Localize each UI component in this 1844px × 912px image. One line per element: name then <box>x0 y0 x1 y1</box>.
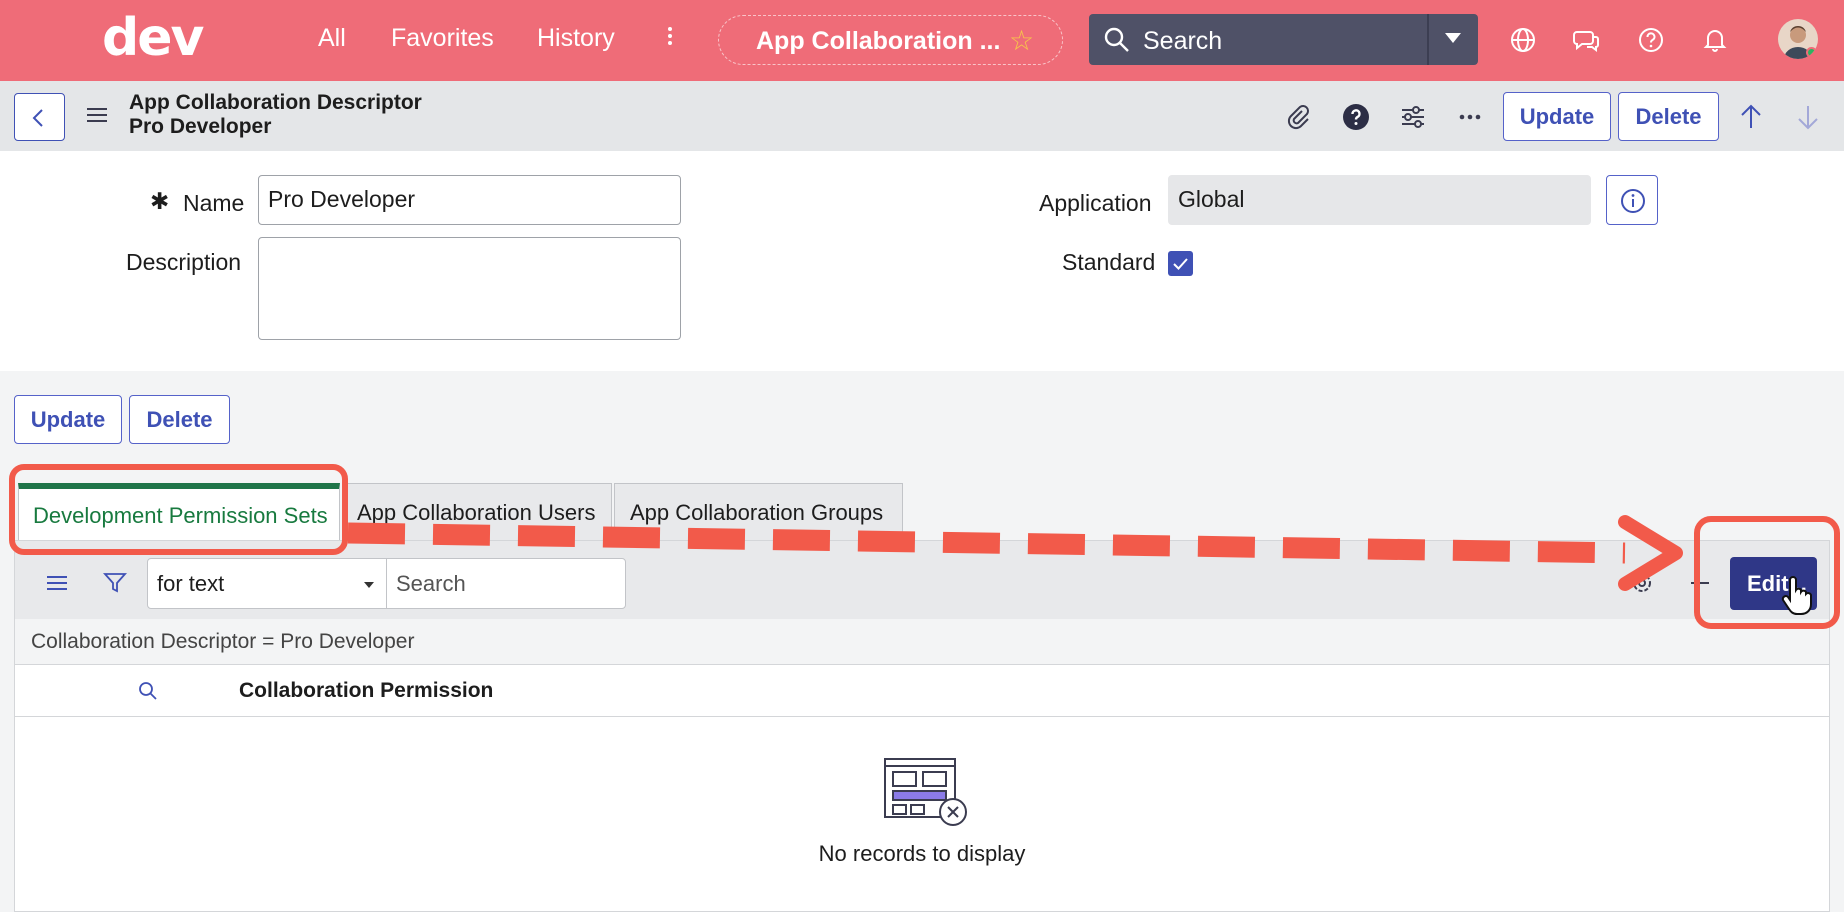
nav-link-all[interactable]: All <box>318 24 346 53</box>
checkmark-icon <box>1173 258 1188 270</box>
help-icon[interactable] <box>1637 26 1665 54</box>
list-column-header: Collaboration Permission <box>15 665 1829 717</box>
list-search-input[interactable]: Search <box>386 558 626 609</box>
search-field-value: for text <box>157 571 225 596</box>
mandatory-asterisk-icon: ✱ <box>150 188 170 214</box>
nav-link-history[interactable]: History <box>537 24 615 53</box>
globe-icon[interactable] <box>1509 26 1537 54</box>
filter-breadcrumb[interactable]: Collaboration Descriptor = Pro Developer <box>15 619 1829 665</box>
search-scope-dropdown[interactable] <box>1427 14 1478 65</box>
form-delete-button[interactable]: Delete <box>129 395 230 444</box>
caret-down-icon <box>364 582 374 588</box>
search-icon <box>1104 27 1129 52</box>
column-search-icon[interactable] <box>138 681 158 701</box>
gear-icon[interactable] <box>1630 571 1654 595</box>
chevron-down-icon <box>1445 33 1461 43</box>
form-update-button[interactable]: Update <box>14 395 122 444</box>
attachment-icon[interactable] <box>1284 103 1312 131</box>
application-info-button[interactable] <box>1606 175 1658 225</box>
search-field-select[interactable]: for text <box>147 558 387 609</box>
context-title: App Collaboration ... <box>756 27 1001 55</box>
chevron-left-icon <box>32 109 43 127</box>
info-icon <box>1621 189 1645 213</box>
related-list-panel: for text Search Edit... Collaboration De… <box>14 540 1830 912</box>
description-textarea[interactable] <box>258 237 681 340</box>
edit-button[interactable]: Edit... <box>1730 557 1817 610</box>
arrow-up-icon[interactable] <box>1737 103 1765 131</box>
record-display-name: Pro Developer <box>129 115 272 138</box>
chat-icon[interactable] <box>1573 26 1601 54</box>
personalize-form-icon[interactable] <box>1399 103 1427 131</box>
online-status-dot <box>1806 47 1817 58</box>
nav-link-favorites[interactable]: Favorites <box>391 24 494 53</box>
context-record-pill[interactable]: App Collaboration ... ☆ <box>718 15 1063 65</box>
tab-development-permission-sets[interactable]: Development Permission Sets <box>18 483 340 540</box>
more-options-icon[interactable] <box>1456 103 1484 131</box>
record-header: App Collaboration Descriptor Pro Develop… <box>0 81 1844 151</box>
name-label: Name <box>183 190 245 216</box>
application-label: Application <box>1039 190 1152 216</box>
list-toolbar: for text Search Edit... <box>15 541 1829 619</box>
dev-logo[interactable]: dev <box>102 8 204 68</box>
collaboration-permission-column[interactable]: Collaboration Permission <box>239 679 493 703</box>
list-menu-icon[interactable] <box>47 576 67 592</box>
description-label: Description <box>126 249 242 275</box>
record-table-title: App Collaboration Descriptor <box>129 91 422 114</box>
standard-label: Standard <box>1062 249 1156 275</box>
user-avatar[interactable] <box>1778 19 1818 59</box>
tab-app-collaboration-users[interactable]: App Collaboration Users <box>342 483 612 540</box>
empty-state-message: No records to display <box>818 841 1026 866</box>
standard-checkbox[interactable] <box>1168 251 1193 276</box>
filter-icon[interactable] <box>103 571 127 595</box>
search-placeholder: Search <box>1143 27 1223 55</box>
favorite-star-icon[interactable]: ☆ <box>1009 24 1034 57</box>
arrow-down-icon[interactable] <box>1794 103 1822 131</box>
form-context-menu-icon[interactable] <box>87 108 107 124</box>
header-delete-button[interactable]: Delete <box>1618 92 1719 141</box>
help-filled-icon[interactable] <box>1342 103 1370 131</box>
global-search[interactable]: Search <box>1089 14 1478 65</box>
name-input[interactable]: Pro Developer <box>258 175 681 225</box>
notification-bell-icon[interactable] <box>1701 26 1729 54</box>
more-menu-icon[interactable] <box>664 24 676 52</box>
tab-app-collaboration-groups[interactable]: App Collaboration Groups <box>614 483 903 540</box>
collapse-icon[interactable] <box>1691 582 1709 584</box>
empty-state-icon <box>884 758 967 826</box>
back-button[interactable] <box>14 93 65 141</box>
header-update-button[interactable]: Update <box>1503 92 1611 141</box>
top-navigation-bar: dev All Favorites History App Collaborat… <box>0 0 1844 81</box>
application-field: Global <box>1168 175 1591 225</box>
